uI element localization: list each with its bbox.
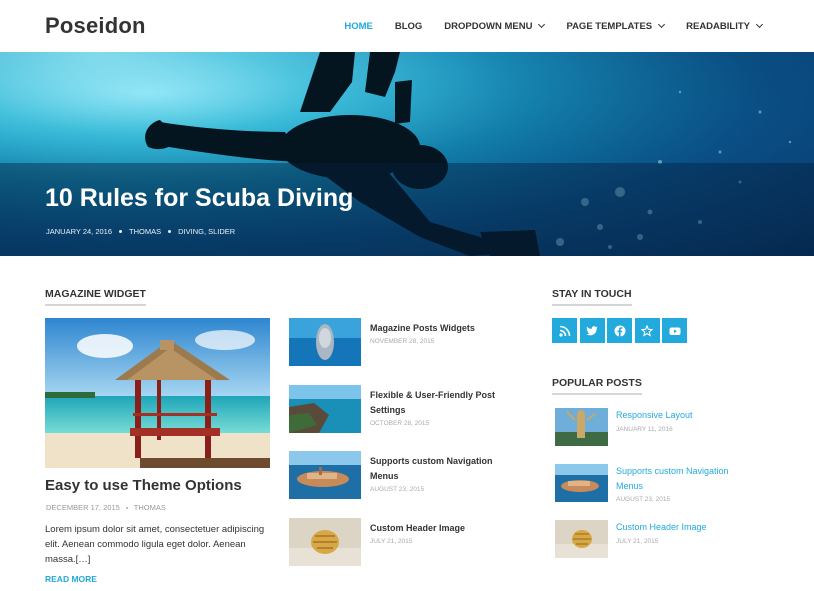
post-date[interactable]: NOVEMBER 28, 2015	[370, 338, 434, 345]
nav-item-label: PAGE TEMPLATES	[566, 20, 653, 32]
list-item[interactable]: Supports custom Navigation Menus AUGUST …	[555, 464, 765, 508]
youtube-icon	[669, 327, 680, 335]
separator-dot	[125, 506, 128, 509]
hero-post-date[interactable]: JANUARY 24, 2016	[46, 227, 112, 236]
list-item[interactable]: Custom Header Image JULY 21, 2015	[555, 520, 765, 564]
rss-button[interactable]	[552, 318, 577, 343]
hero-post-meta: JANUARY 24, 2016 THOMAS DIVING, SLIDER	[46, 227, 235, 236]
hero-slider[interactable]: 10 Rules for Scuba Diving JANUARY 24, 20…	[0, 52, 814, 256]
separator-dot	[168, 230, 172, 233]
coast-image	[289, 385, 361, 433]
nav-item-home[interactable]: HOME	[344, 21, 373, 32]
featured-post-author[interactable]: THOMAS	[134, 503, 166, 512]
chevron-down-icon	[658, 20, 666, 29]
featured-post-meta: DECEMBER 17, 2015 THOMAS	[46, 503, 166, 512]
popular-post-date[interactable]: JANUARY 11, 2016	[616, 426, 673, 433]
nav-item-page-templates[interactable]: PAGE TEMPLATES	[566, 20, 666, 32]
post-title[interactable]: Magazine Posts Widgets	[370, 321, 515, 336]
separator-dot	[119, 230, 123, 233]
chevron-down-icon	[538, 20, 546, 29]
chevron-down-icon	[755, 20, 764, 29]
post-thumbnail[interactable]	[555, 520, 608, 558]
dolphin-image	[289, 318, 361, 366]
youtube-button[interactable]	[662, 318, 687, 343]
popular-post-title[interactable]: Supports custom Navigation Menus	[616, 464, 756, 494]
list-item[interactable]: Responsive Layout JANUARY 11, 2016	[555, 408, 765, 452]
site-logo[interactable]: Poseidon	[45, 13, 146, 39]
post-title[interactable]: Supports custom Navigation Menus	[370, 454, 515, 484]
read-more-link[interactable]: READ MORE	[45, 574, 97, 584]
beach-gazebo-image	[45, 318, 270, 468]
nav-item-blog[interactable]: BLOG	[395, 21, 422, 32]
hero-post-author[interactable]: THOMAS	[129, 227, 161, 236]
statue-image	[555, 408, 608, 446]
facebook-button[interactable]	[607, 318, 632, 343]
facebook-icon	[614, 325, 625, 336]
site-header: Poseidon HOME BLOG DROPDOWN MENU PAGE TE…	[0, 0, 814, 52]
featured-post-excerpt: Lorem ipsum dolor sit amet, consectetuer…	[45, 524, 265, 565]
twitter-icon	[586, 325, 598, 335]
post-thumbnail[interactable]	[289, 318, 361, 366]
hero-post-title[interactable]: 10 Rules for Scuba Diving	[45, 184, 353, 213]
list-item[interactable]: Flexible & User-Friendly Post Settings O…	[289, 385, 519, 435]
featured-post-date[interactable]: DECEMBER 17, 2015	[46, 503, 120, 512]
social-icons	[552, 318, 690, 343]
coastal-town-image	[289, 451, 361, 499]
featured-post-image[interactable]	[45, 318, 270, 468]
post-title[interactable]: Custom Header Image	[370, 521, 515, 536]
hero-post-categories[interactable]: DIVING, SLIDER	[178, 227, 235, 236]
popular-post-date[interactable]: AUGUST 23, 2015	[616, 496, 670, 503]
list-item[interactable]: Magazine Posts Widgets NOVEMBER 28, 2015	[289, 318, 519, 368]
post-date[interactable]: OCTOBER 28, 2015	[370, 420, 429, 427]
post-thumbnail[interactable]	[289, 451, 361, 499]
featured-post-title[interactable]: Easy to use Theme Options	[45, 477, 242, 494]
popular-post-title[interactable]: Custom Header Image	[616, 520, 756, 535]
rss-icon	[558, 325, 570, 337]
list-item[interactable]: Supports custom Navigation Menus AUGUST …	[289, 451, 519, 501]
post-thumbnail[interactable]	[289, 385, 361, 433]
stay-in-touch-heading: STAY IN TOUCH	[552, 288, 632, 306]
magazine-widget-heading: MAGAZINE WIDGET	[45, 288, 146, 306]
seashell-image	[289, 518, 361, 566]
star-icon	[641, 324, 653, 337]
post-thumbnail[interactable]	[555, 464, 608, 502]
star-button[interactable]	[634, 318, 660, 343]
post-title[interactable]: Flexible & User-Friendly Post Settings	[370, 388, 515, 418]
post-date[interactable]: AUGUST 23, 2015	[370, 486, 424, 493]
popular-posts-heading: POPULAR POSTS	[552, 377, 642, 395]
list-item[interactable]: Custom Header Image JULY 21, 2015	[289, 518, 519, 568]
nav-item-label: DROPDOWN MENU	[444, 20, 533, 32]
nav-item-readability[interactable]: READABILITY	[686, 20, 764, 32]
popular-post-date[interactable]: JULY 21, 2015	[616, 538, 658, 545]
seashell-image	[555, 520, 608, 558]
twitter-button[interactable]	[579, 318, 605, 343]
nav-item-label: HOME	[344, 20, 373, 32]
nav-item-label: BLOG	[394, 20, 423, 32]
post-date[interactable]: JULY 21, 2015	[370, 538, 412, 545]
nav-item-label: READABILITY	[686, 20, 750, 32]
nav-item-dropdown-menu[interactable]: DROPDOWN MENU	[444, 20, 546, 32]
popular-post-title[interactable]: Responsive Layout	[616, 408, 756, 423]
coastal-town-image	[555, 464, 608, 502]
post-thumbnail[interactable]	[289, 518, 361, 566]
main-navigation: HOME BLOG DROPDOWN MENU PAGE TEMPLATES R…	[322, 0, 764, 52]
post-thumbnail[interactable]	[555, 408, 608, 446]
